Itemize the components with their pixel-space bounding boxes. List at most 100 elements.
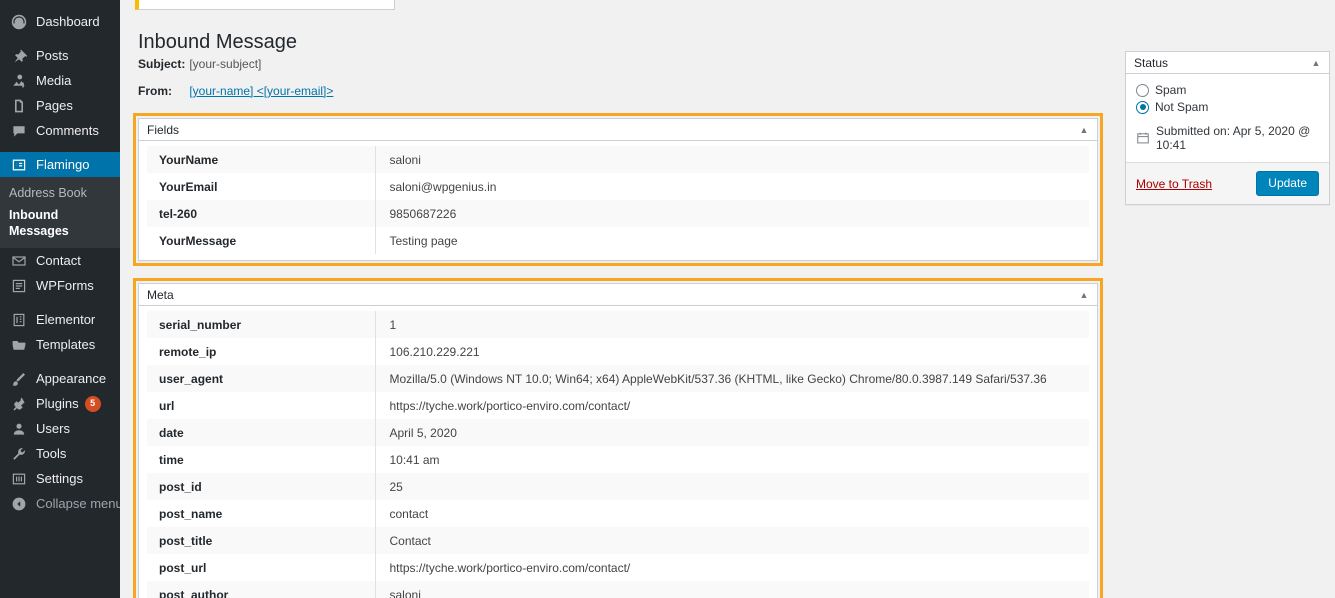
- sidebar-item-dashboard[interactable]: Dashboard: [0, 9, 120, 34]
- meta-value: April 5, 2020: [389, 425, 457, 440]
- elementor-icon: [9, 310, 29, 330]
- sidebar-item-elementor[interactable]: Elementor: [0, 307, 120, 332]
- pin-icon: [9, 46, 29, 66]
- flamingo-icon: [9, 155, 29, 175]
- update-button[interactable]: Update: [1256, 171, 1319, 197]
- sidebar-item-label: Contact: [36, 253, 81, 268]
- sidebar-item-users[interactable]: Users: [0, 416, 120, 441]
- status-radio-not-spam[interactable]: Not Spam: [1136, 100, 1319, 114]
- collapse-icon: [9, 494, 29, 514]
- wpforms-icon: [9, 276, 29, 296]
- submenu-item-address-book[interactable]: Address Book: [0, 182, 120, 204]
- table-row: time 10:41 am: [147, 446, 1089, 473]
- status-panel-header[interactable]: Status ▲: [1126, 52, 1329, 74]
- menu-separator: [0, 34, 120, 43]
- field-value: saloni@wpgenius.in: [389, 179, 497, 194]
- subject-label: Subject:: [138, 57, 186, 71]
- admin-notice-partial: [135, 0, 395, 10]
- calendar-icon: [1136, 131, 1150, 145]
- radio-not-spam-indicator[interactable]: [1136, 100, 1149, 114]
- field-value: Testing page: [389, 233, 458, 248]
- plugins-update-badge: 5: [84, 395, 101, 412]
- meta-key: time: [147, 446, 376, 473]
- sidebar-item-label: Plugins: [36, 396, 79, 411]
- from-email-link[interactable]: [your-name] <[your-email]>: [189, 84, 333, 98]
- table-row: serial_number 1: [147, 311, 1089, 338]
- sidebar-item-label: Pages: [36, 98, 73, 113]
- meta-value: 25: [389, 479, 403, 494]
- sidebar-item-contact[interactable]: Contact: [0, 248, 120, 273]
- sidebar-item-collapse-menu[interactable]: Collapse menu: [0, 491, 123, 516]
- sidebar-item-tools[interactable]: Tools: [0, 441, 120, 466]
- sidebar-item-appearance[interactable]: Appearance: [0, 366, 120, 391]
- submitted-on-text: Submitted on: Apr 5, 2020 @ 10:41: [1156, 124, 1311, 152]
- sidebar-item-comments[interactable]: Comments: [0, 118, 120, 143]
- meta-panel-body: serial_number 1 remote_ip 106.210.229.22…: [139, 306, 1097, 598]
- envelope-icon: [9, 251, 29, 271]
- admin-page: Dashboard Posts Media Pages Comments Fla…: [0, 0, 1335, 598]
- table-row: post_author saloni: [147, 581, 1089, 598]
- status-panel: Status ▲ Spam Not Spam Submitted on: Apr…: [1125, 51, 1330, 206]
- move-to-trash-link[interactable]: Move to Trash: [1136, 177, 1212, 191]
- field-key: YourName: [147, 146, 376, 173]
- sidebar-item-label: Dashboard: [36, 14, 100, 29]
- templates-icon: [9, 335, 29, 355]
- meta-value: Mozilla/5.0 (Windows NT 10.0; Win64; x64…: [389, 371, 1047, 386]
- meta-panel: Meta ▲ serial_number 1 remote_ip 106.210…: [133, 278, 1103, 598]
- meta-value: https://tyche.work/portico-enviro.com/co…: [389, 560, 631, 575]
- pages-icon: [9, 96, 29, 116]
- from-line: From: [your-name] <[your-email]>: [138, 84, 333, 98]
- field-value: 9850687226: [389, 206, 457, 221]
- dashboard-icon: [9, 12, 29, 32]
- sidebar-item-label: Users: [36, 421, 70, 436]
- sidebar-item-label: Comments: [36, 123, 99, 138]
- table-row: date April 5, 2020: [147, 419, 1089, 446]
- meta-key: post_author: [147, 581, 376, 598]
- sidebar-item-media[interactable]: Media: [0, 68, 120, 93]
- sidebar-item-posts[interactable]: Posts: [0, 43, 120, 68]
- menu-separator: [0, 143, 120, 152]
- chevron-up-icon[interactable]: ▲: [1077, 288, 1091, 302]
- sidebar-item-label: Flamingo: [36, 157, 90, 172]
- meta-key: remote_ip: [147, 338, 376, 365]
- settings-icon: [9, 469, 29, 489]
- chevron-up-icon[interactable]: ▲: [1309, 56, 1323, 70]
- sidebar-item-label: Posts: [36, 48, 69, 63]
- sidebar-item-flamingo[interactable]: Flamingo: [0, 152, 128, 177]
- radio-spam-indicator[interactable]: [1136, 83, 1149, 97]
- meta-key: post_title: [147, 527, 376, 554]
- meta-key: url: [147, 392, 376, 419]
- field-key: tel-260: [147, 200, 376, 227]
- meta-value: 106.210.229.221: [389, 344, 480, 359]
- sidebar-item-label: Appearance: [36, 371, 107, 386]
- sidebar-item-wpforms[interactable]: WPForms: [0, 273, 120, 298]
- status-radio-spam[interactable]: Spam: [1136, 83, 1319, 97]
- sidebar-item-label: Elementor: [36, 312, 96, 327]
- fields-panel-title: Fields: [147, 122, 180, 137]
- table-row: remote_ip 106.210.229.221: [147, 338, 1089, 365]
- sidebar-item-plugins[interactable]: Plugins 5: [0, 391, 120, 416]
- table-row: post_name contact: [147, 500, 1089, 527]
- meta-key: date: [147, 419, 376, 446]
- status-radio-spam-label: Spam: [1155, 83, 1187, 97]
- menu-separator: [0, 298, 120, 307]
- brush-icon: [9, 369, 29, 389]
- meta-key: user_agent: [147, 365, 376, 392]
- sidebar-item-label: Media: [36, 73, 72, 88]
- sidebar-item-templates[interactable]: Templates: [0, 332, 120, 357]
- sidebar-item-settings[interactable]: Settings: [0, 466, 120, 491]
- status-radio-not-spam-label: Not Spam: [1155, 100, 1209, 114]
- menu-top-spacer: [0, 0, 120, 9]
- sidebar-item-pages[interactable]: Pages: [0, 93, 120, 118]
- status-panel-body: Spam Not Spam Submitted on: Apr 5, 2020 …: [1126, 74, 1329, 162]
- field-key: YourMessage: [147, 227, 376, 254]
- submenu-item-inbound-messages[interactable]: Inbound Messages: [0, 204, 120, 242]
- meta-key: serial_number: [147, 311, 376, 338]
- meta-value: 1: [389, 317, 397, 332]
- chevron-up-icon[interactable]: ▲: [1077, 123, 1091, 137]
- meta-panel-header[interactable]: Meta ▲: [139, 284, 1097, 306]
- page-title: Inbound Message: [138, 31, 298, 54]
- fields-panel-header[interactable]: Fields ▲: [139, 119, 1097, 141]
- meta-value: contact: [389, 506, 429, 521]
- submitted-on-row: Submitted on: Apr 5, 2020 @ 10:41: [1136, 124, 1319, 152]
